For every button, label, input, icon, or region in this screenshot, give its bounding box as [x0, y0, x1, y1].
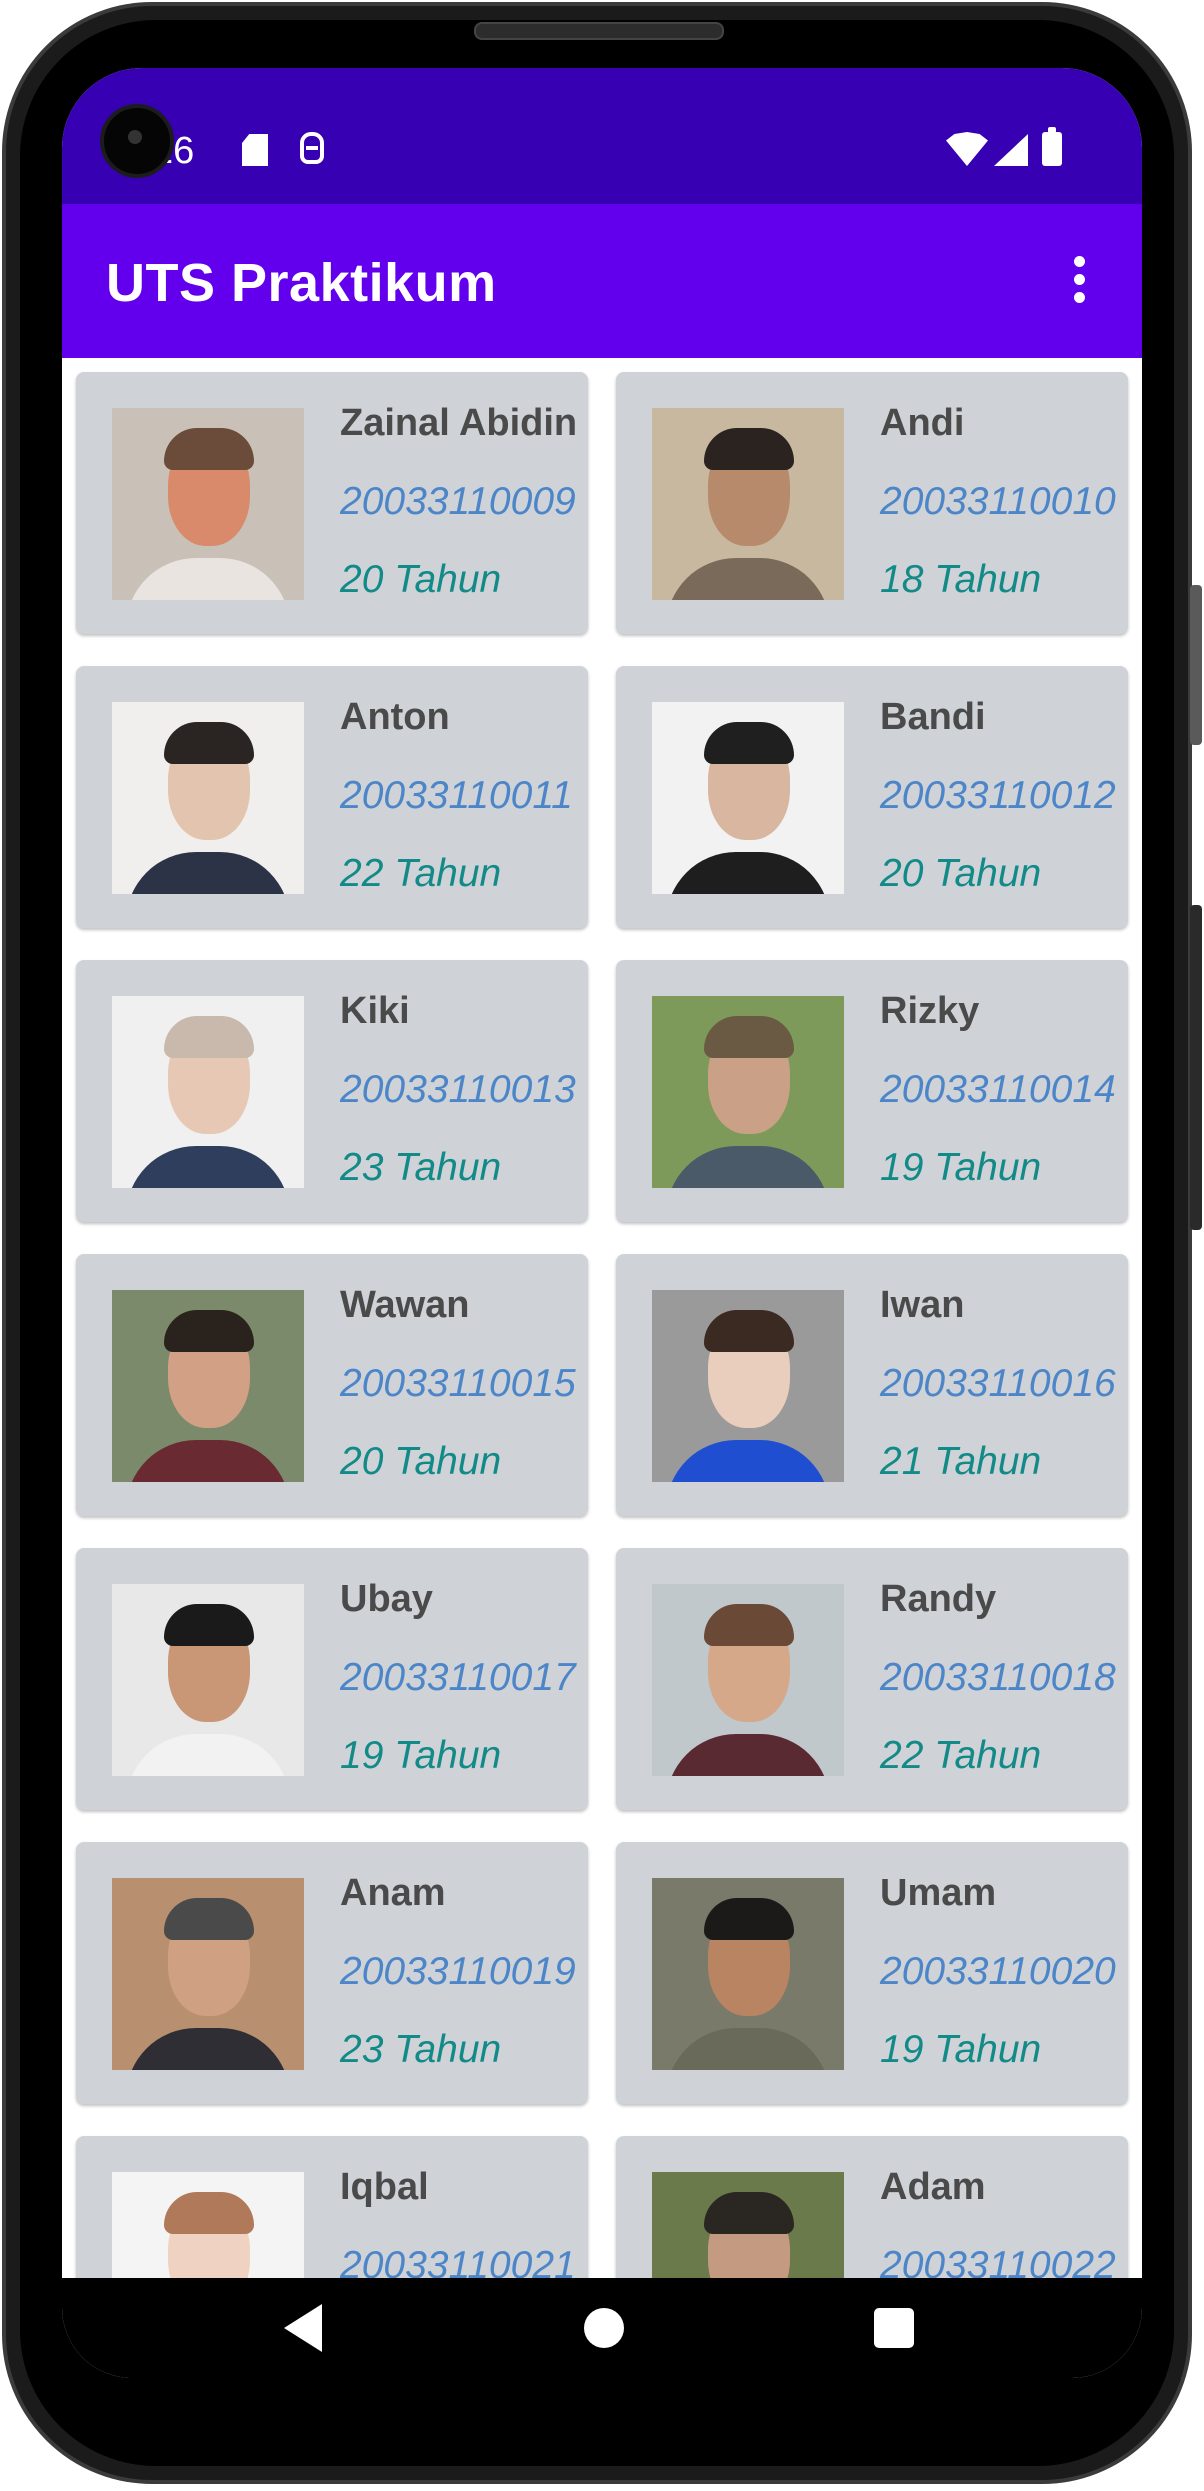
student-age: 23 Tahun: [340, 1146, 502, 1189]
student-name: Ubay: [340, 1578, 433, 1620]
student-photo: [112, 408, 304, 600]
back-icon[interactable]: [284, 2304, 322, 2352]
student-name: Zainal Abidin: [340, 402, 578, 444]
sd-card-icon: [242, 134, 268, 166]
navigation-bar: [62, 2278, 1142, 2378]
student-nim: 20033110020: [880, 1950, 1116, 1993]
wifi-icon: [946, 132, 988, 166]
student-card[interactable]: Wawan 20033110015 20 Tahun: [76, 1254, 588, 1516]
battery-icon: [1042, 127, 1062, 166]
student-name: Kiki: [340, 990, 410, 1032]
student-age: 21 Tahun: [880, 1440, 1042, 1483]
student-name: Bandi: [880, 696, 986, 738]
volume-button: [1190, 585, 1202, 745]
student-name: Iqbal: [340, 2166, 429, 2208]
student-nim: 20033110016: [880, 1362, 1116, 1405]
student-name: Andi: [880, 402, 965, 444]
student-nim: 20033110011: [340, 774, 573, 817]
student-age: 19 Tahun: [880, 1146, 1042, 1189]
student-nim: 20033110010: [880, 480, 1116, 523]
student-photo: [652, 1878, 844, 2070]
student-card[interactable]: Andi 20033110010 18 Tahun: [616, 372, 1128, 634]
cellular-icon: [994, 134, 1028, 166]
student-name: Umam: [880, 1872, 997, 1914]
student-name: Anton: [340, 696, 450, 738]
student-card[interactable]: Adam 20033110022: [616, 2136, 1128, 2278]
screen: 26 UTS Praktikum Zainal Abidin 2003311000…: [62, 68, 1142, 2378]
student-nim: 20033110018: [880, 1656, 1116, 1699]
student-nim: 20033110021: [340, 2244, 576, 2278]
student-name: Wawan: [340, 1284, 470, 1326]
status-bar: 26: [62, 68, 1142, 204]
student-card[interactable]: Iqbal 20033110021: [76, 2136, 588, 2278]
student-name: Adam: [880, 2166, 986, 2208]
student-age: 23 Tahun: [340, 2028, 502, 2071]
student-card[interactable]: Zainal Abidin 20033110009 20 Tahun: [76, 372, 588, 634]
student-card[interactable]: Iwan 20033110016 21 Tahun: [616, 1254, 1128, 1516]
student-nim: 20033110017: [340, 1656, 576, 1699]
student-nim: 20033110022: [880, 2244, 1116, 2278]
student-age: 22 Tahun: [340, 852, 502, 895]
student-age: 20 Tahun: [340, 558, 502, 601]
earpiece-speaker: [474, 22, 724, 40]
student-photo: [112, 1290, 304, 1482]
student-name: Iwan: [880, 1284, 965, 1326]
student-photo: [112, 996, 304, 1188]
student-card[interactable]: Anam 20033110019 23 Tahun: [76, 1842, 588, 2104]
student-photo: [652, 2172, 844, 2278]
student-age: 20 Tahun: [340, 1440, 502, 1483]
student-card[interactable]: Kiki 20033110013 23 Tahun: [76, 960, 588, 1222]
student-photo: [652, 702, 844, 894]
android-debug-icon: [300, 132, 324, 164]
student-nim: 20033110019: [340, 1950, 576, 1993]
student-card[interactable]: Umam 20033110020 19 Tahun: [616, 1842, 1128, 2104]
student-photo: [112, 1878, 304, 2070]
student-name: Anam: [340, 1872, 446, 1914]
front-camera: [100, 104, 174, 178]
student-photo: [652, 996, 844, 1188]
student-nim: 20033110015: [340, 1362, 576, 1405]
recents-icon[interactable]: [874, 2308, 914, 2348]
student-age: 18 Tahun: [880, 558, 1042, 601]
student-name: Rizky: [880, 990, 980, 1032]
app-title: UTS Praktikum: [106, 253, 497, 313]
student-nim: 20033110009: [340, 480, 576, 523]
power-button: [1190, 905, 1202, 1230]
student-nim: 20033110013: [340, 1068, 576, 1111]
home-icon[interactable]: [584, 2308, 624, 2348]
student-grid[interactable]: Zainal Abidin 20033110009 20 Tahun Andi 2003…: [62, 358, 1142, 2278]
more-vert-icon[interactable]: [1072, 256, 1086, 304]
student-photo: [652, 1584, 844, 1776]
student-nim: 20033110012: [880, 774, 1116, 817]
student-card[interactable]: Anton 20033110011 22 Tahun: [76, 666, 588, 928]
student-age: 19 Tahun: [880, 2028, 1042, 2071]
student-card[interactable]: Bandi 20033110012 20 Tahun: [616, 666, 1128, 928]
student-nim: 20033110014: [880, 1068, 1116, 1111]
student-photo: [112, 2172, 304, 2278]
student-card[interactable]: Randy 20033110018 22 Tahun: [616, 1548, 1128, 1810]
student-card[interactable]: Rizky 20033110014 19 Tahun: [616, 960, 1128, 1222]
student-photo: [112, 702, 304, 894]
student-age: 22 Tahun: [880, 1734, 1042, 1777]
student-name: Randy: [880, 1578, 997, 1620]
student-age: 20 Tahun: [880, 852, 1042, 895]
app-bar: UTS Praktikum: [62, 204, 1142, 358]
student-photo: [112, 1584, 304, 1776]
student-age: 19 Tahun: [340, 1734, 502, 1777]
student-photo: [652, 408, 844, 600]
student-photo: [652, 1290, 844, 1482]
student-card[interactable]: Ubay 20033110017 19 Tahun: [76, 1548, 588, 1810]
